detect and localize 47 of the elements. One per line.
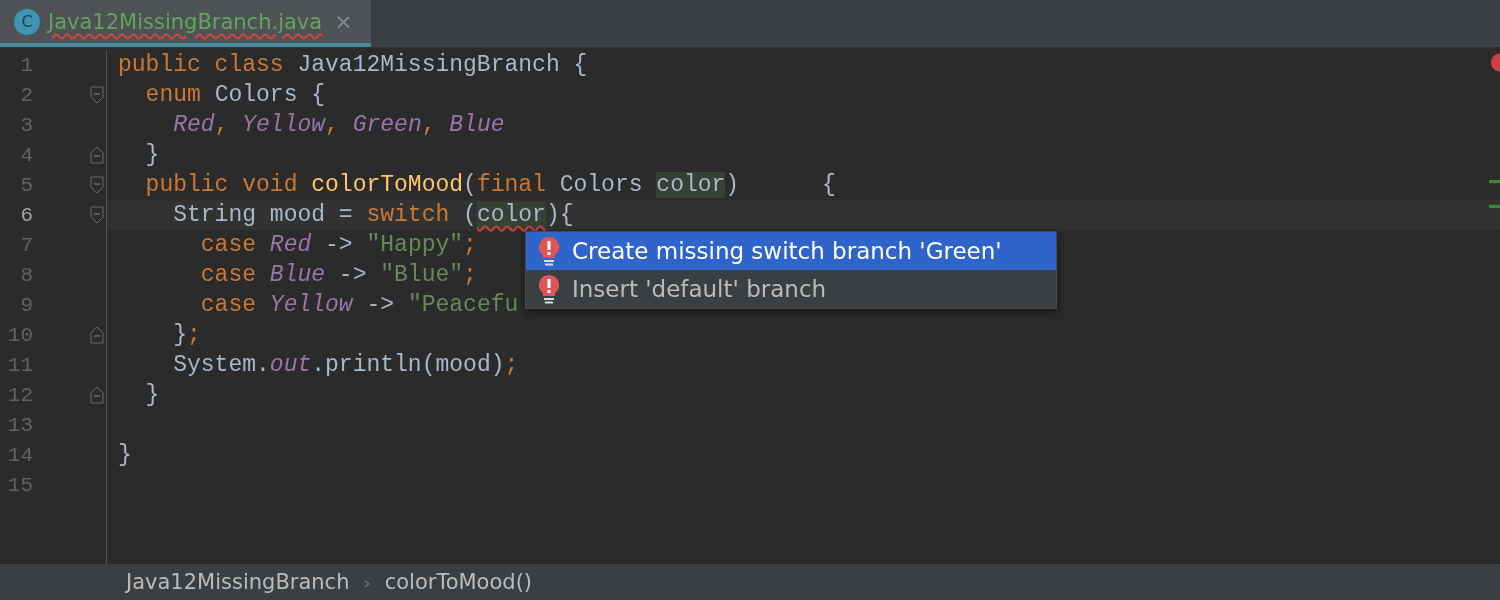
line-number: 8 (19, 263, 33, 287)
code-line: public class Java12MissingBranch { (118, 52, 588, 78)
breadcrumb-separator: › (363, 571, 371, 593)
code-line: } (118, 442, 132, 468)
change-marker (1489, 180, 1500, 184)
line-number: 4 (19, 143, 33, 167)
line-number: 9 (19, 293, 33, 317)
code-line: case Red -> "Happy"; (199, 232, 477, 258)
line-number: 11 (6, 353, 33, 377)
line-number: 15 (6, 473, 33, 497)
fold-icon[interactable] (90, 86, 104, 104)
fold-icon[interactable] (90, 386, 104, 404)
line-number: 6 (19, 203, 33, 227)
code-line: System.out.println(mood); (172, 352, 519, 378)
line-number: 2 (19, 83, 33, 107)
code-line: case Yellow -> "Peacefu (199, 292, 519, 318)
tab-label: Java12MissingBranch.java (48, 9, 323, 34)
line-number: 12 (6, 383, 33, 407)
fold-icon[interactable] (90, 146, 104, 164)
code-line: }; (172, 322, 201, 348)
breadcrumb[interactable]: Java12MissingBranch (126, 570, 350, 594)
error-bulb-icon (538, 236, 560, 266)
class-icon: C (14, 8, 40, 35)
code-line: Red, Yellow, Green, Blue (172, 112, 505, 138)
line-number: 5 (19, 173, 33, 197)
code-line: String mood = switch (color){ (172, 202, 574, 228)
error-indicator-icon[interactable] (1491, 53, 1500, 72)
fold-icon[interactable] (90, 206, 104, 224)
line-number: 1 (19, 53, 33, 77)
intention-item[interactable]: Create missing switch branch 'Green' (526, 232, 1056, 270)
line-number: 14 (6, 443, 33, 467)
fold-icon[interactable] (90, 176, 104, 194)
change-marker (1489, 204, 1500, 208)
error-bulb-icon (538, 274, 560, 304)
code-line: } (144, 382, 160, 408)
line-number: 10 (6, 323, 33, 347)
code-line: public void colorToMood(final Colors color) { (144, 172, 836, 198)
intention-item[interactable]: Insert 'default' branch (526, 270, 1056, 308)
breadcrumb[interactable]: colorToMood() (384, 570, 533, 594)
line-number: 3 (19, 113, 33, 137)
fold-icon[interactable] (90, 326, 104, 344)
file-tab[interactable]: C Java12MissingBranch.java × (0, 0, 371, 47)
line-number: 13 (6, 413, 33, 437)
line-number: 7 (19, 233, 33, 257)
code-line: } (144, 142, 160, 168)
code-line: enum Colors { (144, 82, 326, 108)
code-line: case Blue -> "Blue"; (199, 262, 477, 288)
